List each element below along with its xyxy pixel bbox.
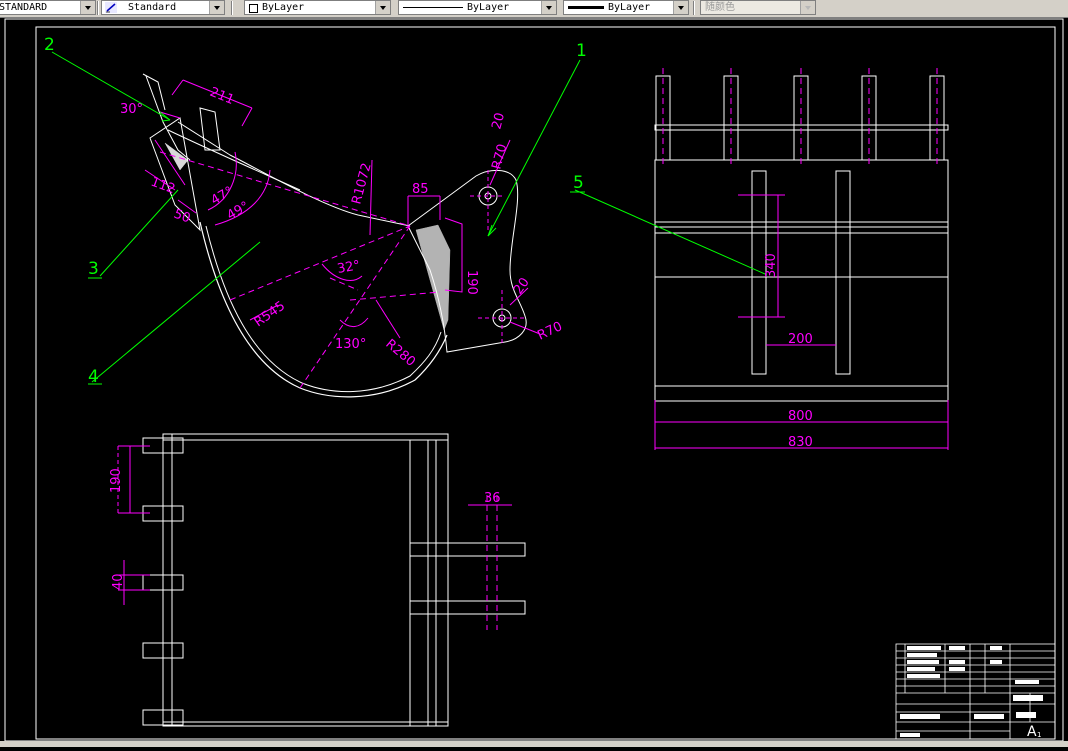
linetype-preview-icon	[403, 7, 463, 8]
front-view: 340 200 800 830	[654, 68, 949, 450]
properties-toolbar: STANDARD Standard ByLayer ByLayer ByLaye…	[0, 0, 1068, 18]
color-swatch-icon	[249, 4, 258, 13]
dim-label: 130°	[335, 337, 366, 352]
lineweight-value: ByLayer	[608, 2, 651, 13]
dim-label: 36	[484, 491, 501, 506]
dim-style-value: Standard	[128, 2, 177, 13]
dim-label: 830	[788, 435, 813, 450]
chevron-down-icon[interactable]	[673, 1, 688, 14]
dim-label: 30°	[120, 102, 143, 117]
color-value: ByLayer	[262, 2, 305, 13]
lineweight-preview-icon	[568, 6, 604, 9]
chevron-down-icon[interactable]	[80, 1, 95, 14]
drawing-frame	[4, 18, 1064, 742]
chevron-down-icon[interactable]	[541, 1, 556, 14]
dim-label: 20	[489, 111, 508, 131]
top-view: 190 40 36	[109, 433, 526, 727]
text-style-dropdown[interactable]: STANDARD	[0, 0, 96, 15]
dim-label: 190	[464, 270, 479, 295]
dimstyle-icon	[105, 2, 117, 13]
dim-label: R545	[252, 299, 288, 331]
linetype-dropdown[interactable]: ByLayer	[398, 0, 557, 15]
dim-label: 20	[511, 275, 533, 297]
status-bar	[0, 741, 1068, 747]
lineweight-dropdown[interactable]: ByLayer	[563, 0, 689, 15]
chevron-down-icon	[800, 1, 815, 14]
dim-style-dropdown[interactable]: Standard	[101, 0, 225, 15]
dim-label: 190	[109, 468, 124, 493]
dim-label: R70	[489, 142, 510, 171]
linetype-value: ByLayer	[467, 2, 510, 13]
dim-label: 200	[788, 332, 813, 347]
toolbar-separator	[231, 1, 233, 15]
balloon-2: 2	[44, 35, 55, 55]
dim-label: 340	[764, 253, 779, 278]
text-style-value: STANDARD	[0, 2, 48, 13]
color-dropdown[interactable]: ByLayer	[244, 0, 391, 15]
balloon-5: 5	[573, 173, 584, 193]
plot-style-value: 随颜色	[705, 2, 735, 13]
sheet-size-label: A	[1027, 724, 1037, 740]
chevron-down-icon[interactable]	[209, 1, 224, 14]
drawing-canvas[interactable]: 211 30° 112 50 47° 49° R1072 85 190 20 R…	[0, 18, 1068, 747]
dim-label: 32°	[336, 258, 361, 277]
toolbar-separator	[97, 1, 99, 15]
dim-label: 40	[111, 573, 126, 590]
part-balloons: 1 2 3 4 5	[44, 35, 587, 387]
balloon-1: 1	[576, 41, 587, 61]
dim-label: 47°	[209, 184, 236, 209]
dim-label: 85	[412, 182, 429, 197]
balloon-4: 4	[88, 367, 99, 387]
dim-label: 800	[788, 409, 813, 424]
dim-label: 211	[208, 85, 237, 108]
dim-label: R280	[382, 337, 418, 370]
dim-label: 50	[172, 207, 193, 227]
chevron-down-icon[interactable]	[375, 1, 390, 14]
plot-style-dropdown: 随颜色	[700, 0, 816, 15]
sheet-size-sub: 1	[1037, 731, 1041, 739]
side-view: 211 30° 112 50 47° 49° R1072 85 190 20 R…	[120, 73, 565, 398]
balloon-3: 3	[88, 259, 99, 279]
toolbar-separator	[693, 1, 695, 15]
dim-label: 112	[149, 175, 177, 198]
dim-label: R70	[535, 319, 565, 343]
